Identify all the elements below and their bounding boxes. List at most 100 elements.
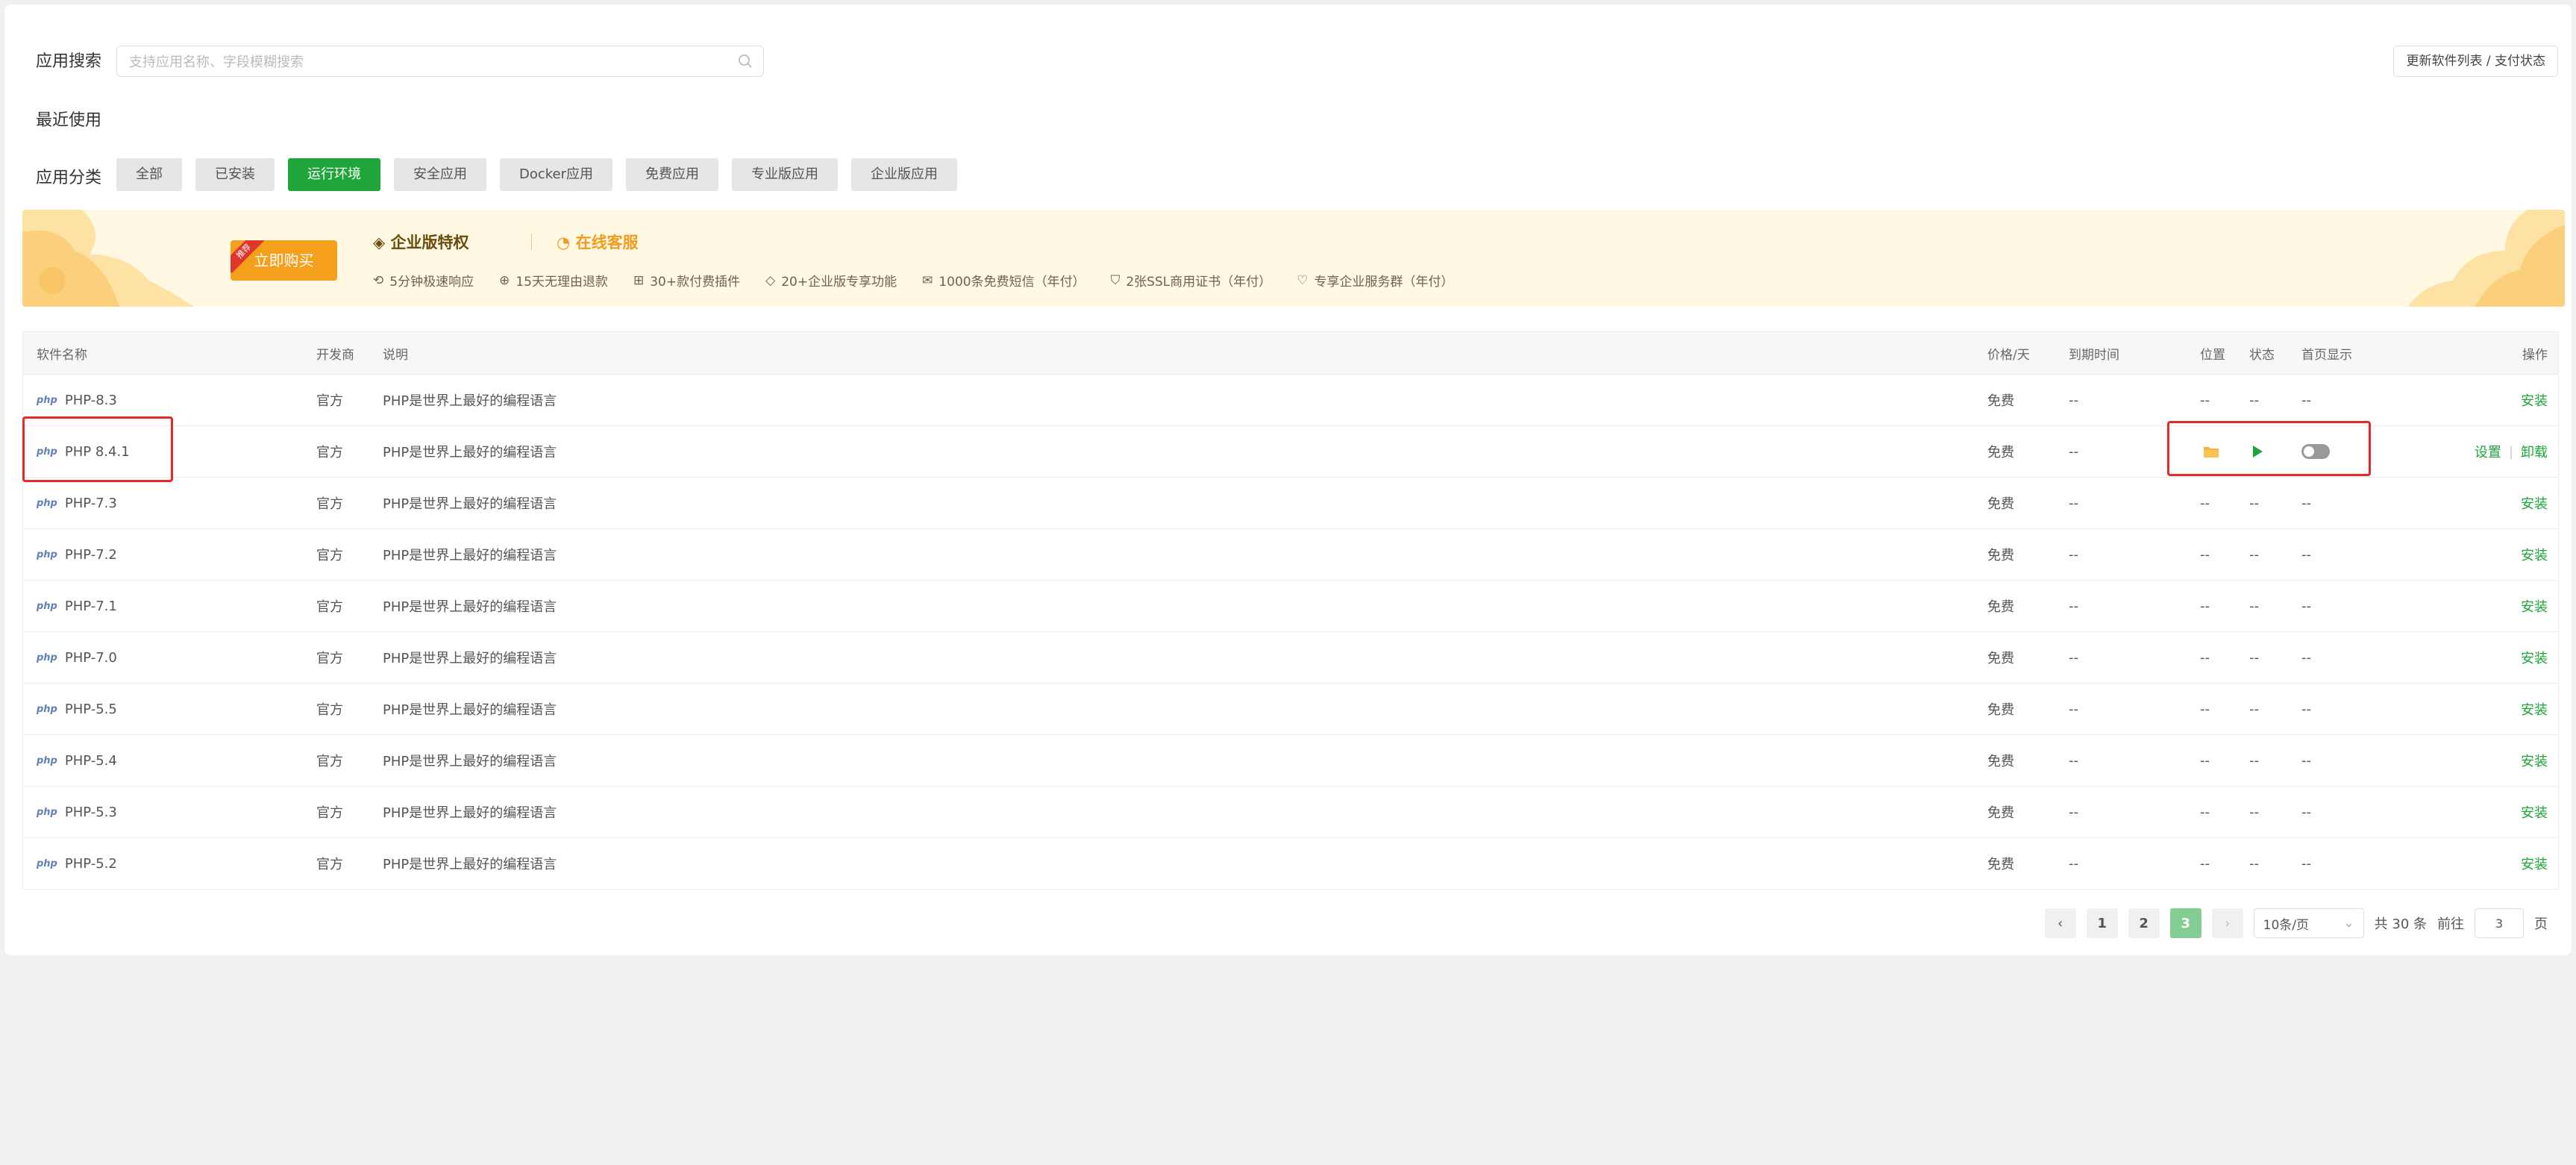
php-logo-icon: php [37, 806, 57, 818]
expire-time: -- [2069, 443, 2078, 460]
developer: 官方 [316, 651, 343, 666]
price: 免费 [1987, 754, 2014, 769]
header-status: 状态 [2249, 347, 2275, 363]
enterprise-title: ◈ 企业版特权 [373, 234, 469, 252]
perk-icon: ♡ [1297, 272, 1309, 288]
install-link[interactable]: 安装 [2521, 787, 2548, 837]
page-size-select[interactable]: 10条/页 ⌄ [2253, 908, 2364, 938]
table-row: php PHP-5.4 官方 PHP是世界上最好的编程语言 免费 -- -- -- -- 安装 [23, 735, 2558, 787]
table-row: php PHP-5.2 官方 PHP是世界上最好的编程语言 免费 -- -- -- -- 安装 [23, 838, 2558, 889]
install-link[interactable]: 安装 [2521, 632, 2548, 683]
search-input-wrapper[interactable] [116, 46, 764, 78]
software-name: php PHP-5.5 [37, 701, 117, 717]
category-tab[interactable]: 已安装 [195, 158, 275, 191]
install-link[interactable]: 安装 [2521, 735, 2548, 786]
position: -- [2200, 598, 2210, 614]
category-tab[interactable]: 免费应用 [626, 158, 719, 191]
search-icon[interactable] [738, 54, 753, 69]
enterprise-banner: 立即购买 推荐 ◈ 企业版特权 ◔ 在线客服 ⟲ 5分钟极速响应 ⊕ 15天无理由退款… [22, 210, 2565, 307]
settings-link[interactable]: 设置 [2475, 442, 2501, 461]
table-row: php PHP-5.5 官方 PHP是世界上最好的编程语言 免费 -- -- -- -- 安装 [23, 684, 2558, 735]
buy-now-button[interactable]: 立即购买 推荐 [231, 240, 337, 281]
header-developer: 开发商 [316, 347, 354, 363]
next-page-button[interactable]: › [2211, 908, 2243, 938]
action-separator: | [2508, 443, 2513, 460]
install-link[interactable]: 安装 [2521, 838, 2548, 889]
expire-time: -- [2069, 649, 2078, 666]
category-tab[interactable]: Docker应用 [500, 158, 613, 191]
homepage-display: -- [2301, 752, 2311, 769]
category-tab[interactable]: 专业版应用 [732, 158, 839, 191]
price: 免费 [1987, 702, 2014, 718]
highlight-box-name [22, 416, 173, 482]
status: -- [2249, 649, 2259, 666]
position: -- [2200, 701, 2210, 717]
goto-label: 前往 [2437, 916, 2464, 932]
category-tab[interactable]: 企业版应用 [851, 158, 958, 191]
perk-icon: ⊞ [633, 272, 645, 288]
description: PHP是世界上最好的编程语言 [383, 393, 557, 409]
install-link[interactable]: 安装 [2521, 684, 2548, 734]
divider [531, 234, 532, 250]
position: -- [2200, 649, 2210, 666]
page-number-button[interactable]: 2 [2128, 908, 2160, 938]
expire-time: -- [2069, 701, 2078, 717]
prev-page-button[interactable]: ‹ [2044, 908, 2076, 938]
description: PHP是世界上最好的编程语言 [383, 599, 557, 615]
install-link[interactable]: 安装 [2521, 529, 2548, 580]
position: -- [2200, 804, 2210, 820]
update-software-list-button[interactable]: 更新软件列表 / 支付状态 [2393, 46, 2558, 77]
price: 免费 [1987, 496, 2014, 512]
category-label: 应用分类 [36, 169, 102, 187]
online-service-link[interactable]: ◔ 在线客服 [557, 231, 639, 253]
expire-time: -- [2069, 752, 2078, 769]
price: 免费 [1987, 548, 2014, 563]
software-name: php PHP-5.4 [37, 752, 117, 769]
perk-item: ♡ 专享企业服务群（年付） [1297, 272, 1454, 290]
row-actions: 设置 | 卸载 [2475, 426, 2548, 477]
category-tab[interactable]: 安全应用 [394, 158, 486, 191]
software-store-panel: 应用搜索 更新软件列表 / 支付状态 最近使用 应用分类 全部已安装运行环境安全… [4, 4, 2572, 955]
header-action: 操作 [2522, 347, 2548, 363]
header-expire: 到期时间 [2069, 347, 2119, 363]
goto-page-input[interactable] [2475, 908, 2524, 938]
perk-icon: ⟲ [373, 272, 384, 288]
software-name: php PHP-7.1 [37, 598, 117, 614]
position: -- [2200, 546, 2210, 563]
status: -- [2249, 598, 2259, 614]
chat-icon: ◔ [557, 234, 571, 252]
php-logo-icon: php [37, 858, 57, 869]
software-name: php PHP-5.3 [37, 804, 117, 820]
search-input[interactable] [128, 46, 727, 78]
developer: 官方 [316, 393, 343, 409]
homepage-display: -- [2301, 495, 2311, 511]
page-number-button[interactable]: 1 [2086, 908, 2118, 938]
install-link[interactable]: 安装 [2521, 478, 2548, 528]
page-numbers: 123 [2086, 908, 2201, 938]
uninstall-link[interactable]: 卸载 [2521, 442, 2548, 461]
status: -- [2249, 804, 2259, 820]
perk-icon: ⊕ [499, 272, 510, 288]
perk-list: ⟲ 5分钟极速响应 ⊕ 15天无理由退款 ⊞ 30+款付费插件 ◇ 20+企业版专享功能 ✉ 10… [373, 271, 1453, 290]
pagination: ‹ 123 › 10条/页 ⌄ 共 30 条 前往 页 [2044, 908, 2548, 938]
perk-item: ⛉ 2张SSL商用证书（年付） [1110, 272, 1272, 290]
developer: 官方 [316, 702, 343, 718]
status: -- [2249, 701, 2259, 717]
table-row: php PHP-7.3 官方 PHP是世界上最好的编程语言 免费 -- -- -- -- 安装 [23, 478, 2558, 529]
expire-time: -- [2069, 855, 2078, 872]
banner-decoration-right [2408, 210, 2565, 307]
category-tab[interactable]: 全部 [116, 158, 182, 191]
page-unit: 页 [2534, 916, 2548, 932]
developer: 官方 [316, 599, 343, 615]
description: PHP是世界上最好的编程语言 [383, 805, 557, 821]
php-logo-icon: php [37, 600, 57, 612]
php-logo-icon: php [37, 497, 57, 509]
install-link[interactable]: 安装 [2521, 581, 2548, 631]
install-link[interactable]: 安装 [2521, 375, 2548, 425]
expire-time: -- [2069, 598, 2078, 614]
category-tab[interactable]: 运行环境 [288, 158, 380, 191]
page-number-button[interactable]: 3 [2169, 908, 2201, 938]
highlight-box-controls [2167, 421, 2371, 476]
chevron-down-icon: ⌄ [2343, 916, 2354, 931]
php-logo-icon: php [37, 549, 57, 560]
